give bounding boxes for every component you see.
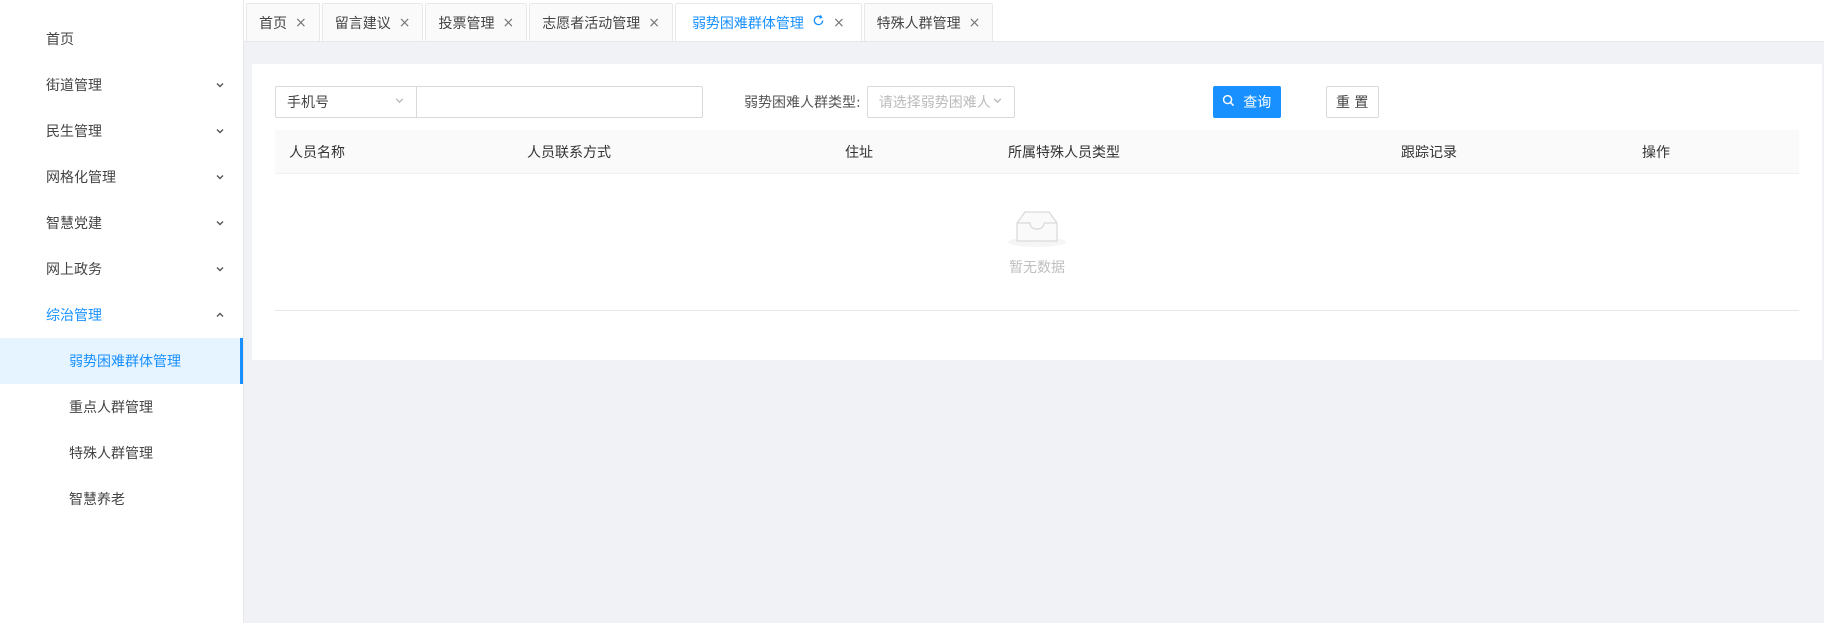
tab-home[interactable]: 首页 ×	[246, 3, 320, 41]
chevron-down-icon	[215, 218, 225, 228]
close-icon[interactable]: ×	[648, 16, 660, 30]
data-table: 人员名称 人员联系方式 住址 所属特殊人员类型 跟踪记录 操作 暂无数据	[275, 130, 1799, 311]
sidebar-item-egov[interactable]: 网上政务	[0, 246, 243, 292]
sidebar-item-label: 重点人群管理	[69, 400, 153, 416]
search-icon	[1222, 94, 1235, 111]
reset-button-label: 重 置	[1335, 95, 1369, 111]
tab-label: 特殊人群管理	[876, 15, 961, 32]
sidebar-item-governance[interactable]: 综治管理	[0, 292, 243, 338]
tab-vulnerable-groups[interactable]: 弱势困难群体管理 ×	[674, 3, 862, 41]
close-icon[interactable]: ×	[969, 16, 981, 30]
search-input[interactable]	[417, 86, 703, 118]
sidebar-item-party[interactable]: 智慧党建	[0, 200, 243, 246]
chevron-down-icon	[215, 172, 225, 182]
close-icon[interactable]: ×	[399, 16, 411, 30]
column-header-tracking: 跟踪记录	[1401, 144, 1457, 161]
tab-suggestions[interactable]: 留言建议 ×	[321, 3, 424, 41]
sidebar-item-label: 街道管理	[46, 78, 102, 94]
content-wrapper: 手机号 弱势困难人群类型: 请选择弱势困难人... 查询 重 置 人员名称 人员…	[244, 42, 1824, 360]
search-field-select[interactable]: 手机号	[275, 86, 417, 118]
sidebar-item-label: 智慧党建	[46, 216, 102, 232]
query-button[interactable]: 查询	[1212, 86, 1281, 118]
content-card: 手机号 弱势困难人群类型: 请选择弱势困难人... 查询 重 置 人员名称 人员…	[252, 64, 1822, 360]
close-icon[interactable]: ×	[833, 16, 845, 30]
chevron-down-icon	[992, 95, 1003, 109]
tab-volunteer-activities[interactable]: 志愿者活动管理 ×	[529, 3, 673, 41]
empty-box-icon	[1006, 207, 1068, 253]
tab-special-groups[interactable]: 特殊人群管理 ×	[863, 3, 994, 41]
sidebar-item-grid[interactable]: 网格化管理	[0, 154, 243, 200]
column-header-contact: 人员联系方式	[527, 144, 611, 161]
reload-icon[interactable]	[812, 14, 825, 31]
tab-label: 投票管理	[438, 15, 495, 32]
tab-label: 首页	[259, 15, 287, 32]
sidebar-item-label: 弱势困难群体管理	[69, 354, 181, 370]
sidebar-item-label: 首页	[46, 32, 74, 48]
chevron-down-icon	[215, 80, 225, 90]
chevron-down-icon	[394, 95, 405, 109]
type-filter-placeholder: 请选择弱势困难人...	[878, 95, 992, 111]
filter-bar: 手机号 弱势困难人群类型: 请选择弱势困难人... 查询 重 置	[275, 86, 1799, 118]
reset-button[interactable]: 重 置	[1325, 86, 1379, 118]
column-header-special-type: 所属特殊人员类型	[1008, 144, 1120, 161]
column-header-name: 人员名称	[289, 144, 345, 161]
sidebar-item-street[interactable]: 街道管理	[0, 62, 243, 108]
sidebar-item-vulnerable-groups[interactable]: 弱势困难群体管理	[0, 338, 243, 384]
close-icon[interactable]: ×	[295, 16, 307, 30]
chevron-down-icon	[215, 126, 225, 136]
sidebar-item-label: 网上政务	[46, 262, 102, 278]
type-filter-label: 弱势困难人群类型:	[744, 95, 861, 111]
table-header: 人员名称 人员联系方式 住址 所属特殊人员类型 跟踪记录 操作	[275, 130, 1799, 174]
sidebar-item-special-groups[interactable]: 特殊人群管理	[0, 430, 243, 476]
column-header-address: 住址	[845, 144, 873, 161]
sidebar-item-label: 综治管理	[46, 308, 102, 324]
query-button-label: 查询	[1243, 95, 1272, 111]
sidebar: 首页 街道管理 民生管理 网格化管理 智慧党建 网上政务 综治管理 弱势困难群体…	[0, 0, 244, 623]
type-filter-select[interactable]: 请选择弱势困难人...	[866, 86, 1015, 118]
column-header-actions: 操作	[1642, 144, 1670, 161]
sidebar-submenu-governance: 弱势困难群体管理 重点人群管理 特殊人群管理 智慧养老	[0, 338, 243, 522]
empty-text: 暂无数据	[1009, 260, 1065, 276]
main-area: 首页 × 留言建议 × 投票管理 × 志愿者活动管理 × 弱势困难群体管理 × …	[244, 0, 1824, 623]
chevron-up-icon	[215, 310, 225, 320]
close-icon[interactable]: ×	[502, 16, 514, 30]
sidebar-item-elderly-care[interactable]: 智慧养老	[0, 476, 243, 522]
sidebar-item-label: 民生管理	[46, 124, 102, 140]
sidebar-item-key-groups[interactable]: 重点人群管理	[0, 384, 243, 430]
sidebar-item-label: 特殊人群管理	[69, 446, 153, 462]
chevron-down-icon	[215, 264, 225, 274]
sidebar-item-label: 网格化管理	[46, 170, 116, 186]
search-field-value: 手机号	[287, 95, 329, 111]
tab-label: 志愿者活动管理	[542, 15, 641, 32]
tab-voting[interactable]: 投票管理 ×	[425, 3, 528, 41]
sidebar-item-livelihood[interactable]: 民生管理	[0, 108, 243, 154]
tab-bar: 首页 × 留言建议 × 投票管理 × 志愿者活动管理 × 弱势困难群体管理 × …	[244, 0, 1824, 42]
app-root: 首页 街道管理 民生管理 网格化管理 智慧党建 网上政务 综治管理 弱势困难群体…	[0, 0, 1824, 623]
sidebar-item-home[interactable]: 首页	[0, 16, 243, 62]
sidebar-item-label: 智慧养老	[69, 492, 125, 508]
tab-label: 留言建议	[334, 15, 391, 32]
table-empty-state: 暂无数据	[275, 174, 1799, 311]
tab-label: 弱势困难群体管理	[691, 15, 804, 32]
